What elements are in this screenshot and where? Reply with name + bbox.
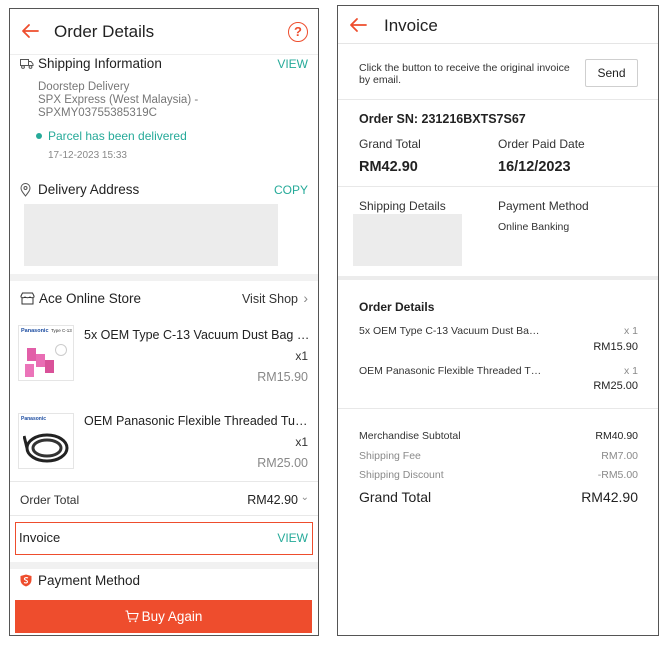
divider bbox=[10, 481, 318, 482]
store-name[interactable]: Ace Online Store bbox=[39, 291, 141, 306]
product-qty: x1 bbox=[295, 435, 308, 449]
product-name[interactable]: 5x OEM Type C-13 Vacuum Dust Bag Us… bbox=[84, 328, 312, 342]
payment-method-value: Online Banking bbox=[498, 221, 570, 233]
help-icon[interactable]: ? bbox=[288, 22, 308, 42]
thumb-type-label: Type C-13 bbox=[51, 328, 72, 333]
thumb-brand-label: Panasonic bbox=[21, 328, 49, 334]
invoice-item-name: 5x OEM Type C-13 Vacuum Dust Ba… bbox=[359, 325, 540, 337]
email-instruction-cont: by email. bbox=[359, 74, 402, 86]
shipping-fee-value: RM7.00 bbox=[601, 450, 638, 462]
order-details-header: Order Details ? bbox=[10, 9, 318, 55]
buy-again-button[interactable]: Buy Again bbox=[15, 600, 312, 633]
invoice-item-qty: x 1 bbox=[623, 325, 638, 337]
shipping-courier: SPX Express (West Malaysia) - bbox=[38, 94, 199, 106]
merch-subtotal-value: RM40.90 bbox=[595, 430, 638, 442]
order-total-value[interactable]: RM42.90 bbox=[247, 493, 298, 507]
shipping-details-redacted bbox=[353, 214, 462, 266]
product-price: RM15.90 bbox=[257, 370, 308, 384]
product-qty: x1 bbox=[295, 349, 308, 363]
address-redacted bbox=[24, 204, 278, 266]
truck-icon bbox=[20, 59, 34, 69]
grand-total-bottom-label: Grand Total bbox=[359, 489, 432, 505]
visit-shop-link[interactable]: Visit Shop bbox=[242, 292, 298, 306]
order-total-label: Order Total bbox=[20, 493, 80, 507]
section-divider bbox=[10, 274, 318, 281]
invoice-item-price: RM25.00 bbox=[593, 380, 638, 392]
bag-image bbox=[36, 354, 45, 367]
invoice-label: Invoice bbox=[19, 530, 61, 545]
divider bbox=[338, 99, 658, 100]
shipping-fee-label: Shipping Fee bbox=[359, 450, 421, 462]
back-arrow-icon[interactable] bbox=[20, 21, 40, 41]
delivery-status-time: 17-12-2023 15:33 bbox=[48, 150, 127, 161]
section-divider bbox=[10, 562, 318, 569]
invoice-row[interactable]: Invoice VIEW bbox=[15, 522, 313, 555]
delivery-status: Parcel has been delivered bbox=[48, 129, 187, 143]
invoice-item-price: RM15.90 bbox=[593, 341, 638, 353]
invoice-title: Invoice bbox=[384, 16, 438, 35]
copy-address-link[interactable]: COPY bbox=[274, 183, 308, 197]
bag-image bbox=[27, 348, 36, 361]
bag-image bbox=[25, 364, 34, 377]
divider bbox=[10, 515, 318, 516]
paid-date-label: Order Paid Date bbox=[498, 137, 585, 151]
invoice-panel: Invoice Click the button to receive the … bbox=[337, 5, 659, 636]
order-details-heading: Order Details bbox=[359, 300, 435, 314]
shipping-view-link[interactable]: VIEW bbox=[277, 57, 308, 71]
product-thumbnail-hose[interactable]: Panasonic bbox=[18, 413, 74, 469]
product-thumbnail-dust-bag[interactable]: Panasonic Type C-13 bbox=[18, 325, 74, 381]
order-details-panel: Order Details ? Shipping Information VIE… bbox=[9, 8, 319, 636]
invoice-header: Invoice bbox=[338, 6, 658, 44]
invoice-view-link[interactable]: VIEW bbox=[277, 531, 308, 545]
hose-image bbox=[23, 433, 69, 463]
payment-shield-icon bbox=[20, 574, 32, 587]
email-instruction: Click the button to receive the original… bbox=[359, 62, 570, 74]
bag-image bbox=[45, 360, 54, 373]
send-button[interactable]: Send bbox=[585, 59, 638, 87]
paid-date-value: 16/12/2023 bbox=[498, 159, 571, 175]
payment-method-label: Payment Method bbox=[498, 199, 589, 213]
delivery-address-title: Delivery Address bbox=[38, 182, 140, 197]
divider bbox=[338, 186, 658, 187]
buy-again-label: Buy Again bbox=[141, 609, 203, 624]
shipping-method: Doorstep Delivery bbox=[38, 81, 130, 93]
order-sn: Order SN: 231216BXTS7S67 bbox=[359, 112, 526, 126]
payment-method-title: Payment Method bbox=[38, 573, 141, 588]
product-price: RM25.00 bbox=[257, 456, 308, 470]
page-title: Order Details bbox=[54, 22, 155, 41]
shipping-details-label: Shipping Details bbox=[359, 199, 446, 213]
location-pin-icon bbox=[20, 183, 31, 197]
shipping-info-title: Shipping Information bbox=[38, 56, 162, 71]
store-icon bbox=[20, 292, 35, 305]
shipping-discount-label: Shipping Discount bbox=[359, 469, 444, 481]
invoice-item-name: OEM Panasonic Flexible Threaded T… bbox=[359, 365, 542, 377]
chevron-down-icon[interactable]: ⌄ bbox=[301, 492, 309, 503]
merch-subtotal-label: Merchandise Subtotal bbox=[359, 430, 461, 442]
grand-total-bottom-value: RM42.90 bbox=[581, 489, 638, 505]
grand-total-value: RM42.90 bbox=[359, 159, 418, 175]
chevron-right-icon[interactable]: › bbox=[303, 290, 308, 306]
invoice-item-qty: x 1 bbox=[623, 365, 638, 377]
grand-total-label: Grand Total bbox=[359, 137, 421, 151]
section-divider bbox=[338, 276, 658, 280]
divider bbox=[338, 408, 658, 409]
status-dot bbox=[36, 133, 42, 139]
filter-image bbox=[55, 344, 67, 356]
tracking-number: SPXMY03755385319C bbox=[38, 107, 157, 119]
cart-icon bbox=[125, 610, 139, 623]
back-arrow-icon[interactable] bbox=[348, 15, 368, 35]
thumb-brand-label: Panasonic bbox=[21, 416, 47, 422]
shipping-discount-value: -RM5.00 bbox=[597, 469, 638, 481]
product-name[interactable]: OEM Panasonic Flexible Threaded Tube… bbox=[84, 414, 312, 428]
